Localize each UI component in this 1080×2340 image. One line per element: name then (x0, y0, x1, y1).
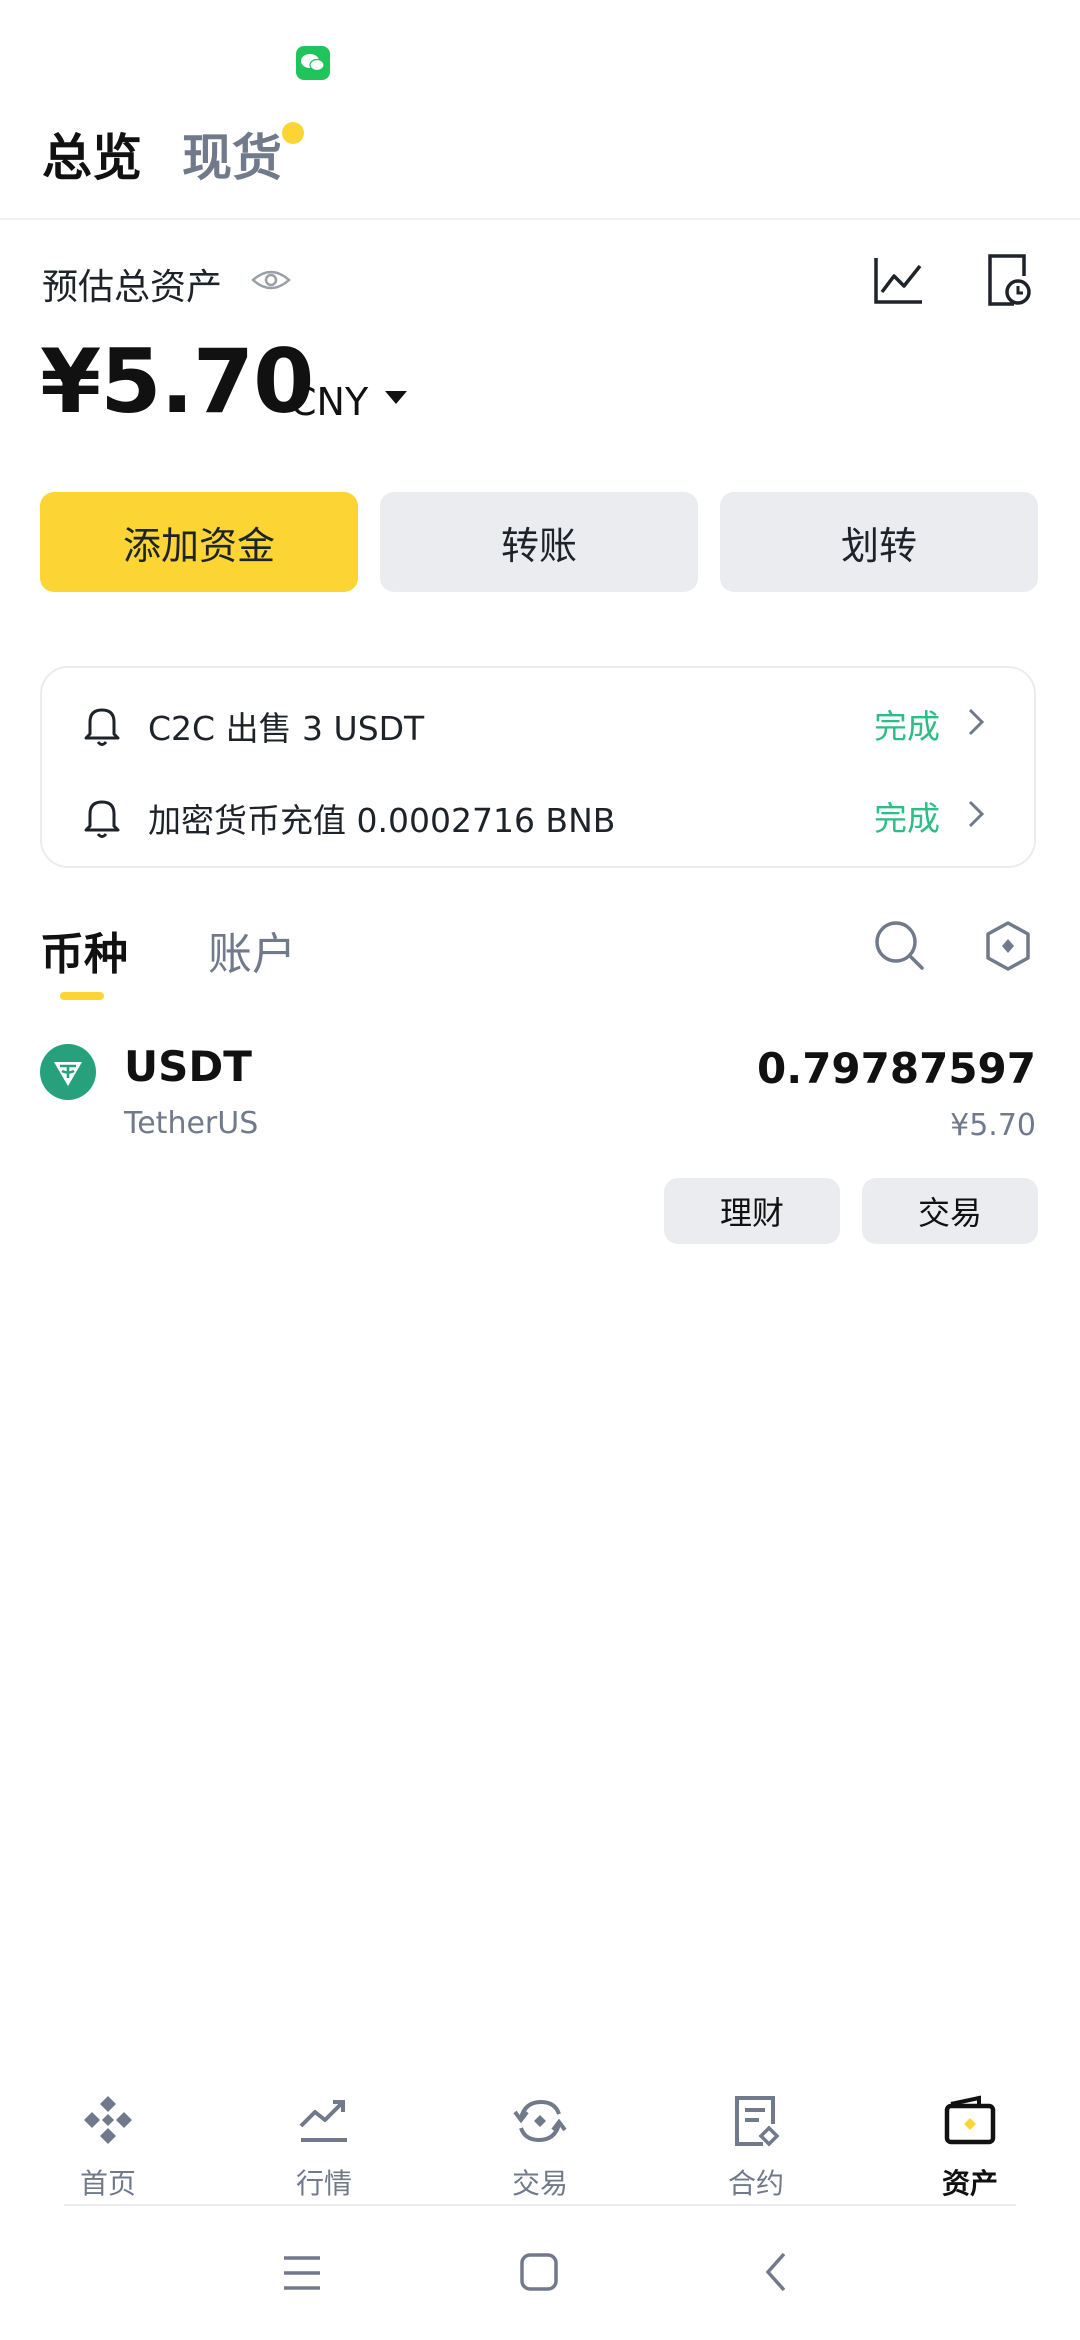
earn-button[interactable]: 理财 (664, 1178, 840, 1244)
usdt-logo-icon (40, 1044, 96, 1100)
tab-overview[interactable]: 总览 (42, 118, 142, 190)
trade-button[interactable]: 交易 (862, 1178, 1038, 1244)
futures-icon (735, 2096, 780, 2147)
bell-icon (80, 794, 124, 840)
chevron-right-icon (966, 798, 986, 830)
nav-label: 行情 (295, 2167, 352, 2200)
nav-trade[interactable]: 交易 (470, 2094, 610, 2204)
home-icon (84, 2096, 132, 2144)
tab-coins[interactable]: 币种 (40, 918, 128, 982)
home-button-icon[interactable] (510, 2248, 570, 2298)
tab-spot[interactable]: 现货 (182, 118, 282, 190)
back-icon[interactable] (748, 2248, 808, 2298)
nav-label: 合约 (727, 2167, 784, 2200)
notice-row[interactable]: C2C 出售 3 USDT 完成 (80, 698, 1000, 748)
nav-futures[interactable]: 合约 (686, 2094, 826, 2204)
tab-accounts[interactable]: 账户 (208, 918, 296, 982)
nav-label: 首页 (79, 2167, 136, 2200)
nav-assets[interactable]: 资产 (900, 2094, 1040, 2204)
history-icon[interactable] (984, 252, 1034, 308)
caret-down-icon[interactable] (385, 390, 407, 404)
coin-name: TetherUS (124, 1106, 259, 1141)
active-tab-indicator (60, 992, 104, 1000)
chevron-right-icon (966, 706, 986, 738)
currency-selector[interactable]: CNY (290, 380, 368, 424)
markets-icon (299, 2100, 347, 2142)
estimated-assets-label: 预估总资产 (42, 267, 223, 308)
nav-label: 资产 (941, 2167, 998, 2200)
new-badge-dot (282, 122, 304, 144)
header-divider (0, 218, 1080, 220)
nav-home[interactable]: 首页 (38, 2094, 178, 2204)
nav-label: 交易 (511, 2167, 568, 2200)
bell-icon (80, 702, 124, 748)
pnl-chart-icon[interactable] (870, 252, 926, 308)
eye-icon[interactable] (250, 262, 292, 298)
wallet-icon (944, 2095, 996, 2145)
recent-apps-icon[interactable] (272, 2248, 332, 2298)
notice-status: 完成 (874, 707, 940, 746)
notice-status: 完成 (874, 799, 940, 838)
search-icon[interactable] (872, 918, 926, 972)
notice-text: 加密货币充值 0.0002716 BNB (148, 801, 616, 840)
coin-symbol: USDT (124, 1042, 252, 1091)
notice-row[interactable]: 加密货币充值 0.0002716 BNB 完成 (80, 790, 1000, 840)
transfer-button[interactable]: 转账 (380, 492, 698, 592)
coin-amount: 0.79787597 (757, 1044, 1036, 1093)
coin-value: ¥5.70 (950, 1108, 1036, 1143)
internal-transfer-button[interactable]: 划转 (720, 492, 1038, 592)
nav-markets[interactable]: 行情 (254, 2094, 394, 2204)
wechat-notification-icon (296, 46, 330, 80)
settings-hex-icon[interactable] (984, 920, 1032, 972)
total-balance: ¥5.70 (40, 330, 314, 433)
notice-text: C2C 出售 3 USDT (148, 709, 425, 748)
add-funds-button[interactable]: 添加资金 (40, 492, 358, 592)
nav-divider (64, 2204, 1016, 2206)
trade-icon (513, 2099, 567, 2143)
